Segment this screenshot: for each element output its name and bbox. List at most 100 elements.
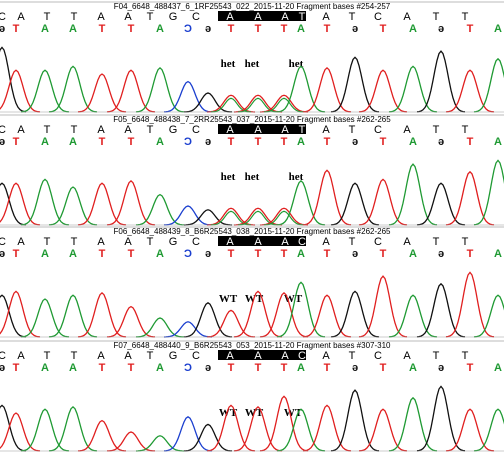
trace-peak [302,67,352,113]
trace-peak [184,92,232,113]
called-base: T [128,23,135,35]
reference-base: A [281,11,289,23]
called-base: A [41,362,49,374]
reference-base: A [226,11,234,23]
called-base: A [409,248,417,260]
reference-base: C [192,350,200,362]
reference-base: T [44,11,51,23]
reference-base: T [147,11,154,23]
reference-base: A [403,236,411,248]
panel-title: F05_6648_488438_7_2RR25543_037_2015-11-2… [113,115,391,124]
trace-peak [473,57,504,113]
reference-base: A [226,350,234,362]
called-base: A [409,362,417,374]
reference-base: C [192,236,200,248]
genotype-annotation: WT [219,293,238,305]
called-base: A [156,23,164,35]
called-base: T [281,248,288,260]
trace-svg: F06_6648_488439_8_B6R25543_038_2015-11-2… [0,226,504,338]
reference-base: A [124,350,132,362]
reference-base: A [281,350,289,362]
called-base: T [324,23,331,35]
trace-peak [77,73,127,113]
trace-peak [183,423,233,452]
called-base: ə [438,23,444,35]
genotype-annotation: het [221,58,236,70]
reference-base: T [71,124,78,136]
called-base: A [41,248,49,260]
called-base: T [128,362,135,374]
called-base: A [297,23,305,35]
reference-base: T [462,350,469,362]
trace-peak [259,395,309,452]
called-base: T [13,362,20,374]
trace-peak [330,182,380,226]
called-base: ə [0,23,5,35]
called-base: T [255,248,262,260]
called-base: ə [0,362,5,374]
called-base: T [228,362,235,374]
genotype-annotation: het [221,171,236,183]
reference-base: G [169,11,178,23]
reference-base: C [298,236,306,248]
called-base: T [99,136,106,148]
reference-base: A [322,11,330,23]
called-base: A [41,136,49,148]
trace-peak [77,182,127,226]
reference-base: A [403,11,411,23]
called-base: ə [205,136,211,148]
called-base: T [281,362,288,374]
called-base: A [494,136,502,148]
reference-base: T [44,124,51,136]
reference-base: A [17,350,25,362]
trace-peak [0,412,41,452]
called-base: Ɔ [184,362,192,374]
reference-base: T [462,11,469,23]
chromatogram-panel: F04_6648_488437_6_1RF25543_022_2015-11-2… [0,0,504,118]
called-base: ə [352,362,358,374]
reference-base: A [17,124,25,136]
called-base: T [324,248,331,260]
called-base: A [494,362,502,374]
chromatogram-figure: F04_6648_488437_6_1RF25543_022_2015-11-2… [0,0,504,473]
trace-peak [388,294,438,338]
reference-base: T [71,350,78,362]
panel-title: F07_6648_488440_9_B6R25543_053_2015-11-2… [114,341,392,350]
called-base: ə [0,136,5,148]
called-base: T [380,136,387,148]
reference-base: T [349,124,356,136]
trace-peak [163,80,213,113]
trace-peak [0,294,27,338]
trace-peak [0,290,41,338]
reference-base: C [298,350,306,362]
trace-peak [416,182,466,226]
reference-base: T [349,350,356,362]
reference-base: C [192,124,200,136]
reference-base: T [462,236,469,248]
trace-group [0,385,504,452]
called-base: T [99,23,106,35]
reference-base: C [0,350,6,362]
reference-base: A [322,124,330,136]
reference-base: A [254,236,262,248]
trace-peak [330,290,380,338]
panel-title: F04_6648_488437_6_1RF25543_022_2015-11-2… [114,2,391,11]
reference-base: A [322,350,330,362]
trace-peak [20,408,70,452]
called-base: A [156,248,164,260]
called-base: T [128,136,135,148]
reference-base: T [147,236,154,248]
reference-base: A [124,124,132,136]
reference-base: T [433,124,440,136]
called-base: T [467,136,474,148]
genotype-annotation: het [245,171,260,183]
called-base: T [255,136,262,148]
called-base: ə [205,248,211,260]
called-base: ə [352,136,358,148]
reference-base: G [169,350,178,362]
trace-peak [135,67,185,113]
reference-base: T [299,124,306,136]
reference-base: C [374,124,382,136]
reference-base: T [433,11,440,23]
reference-base: T [349,11,356,23]
